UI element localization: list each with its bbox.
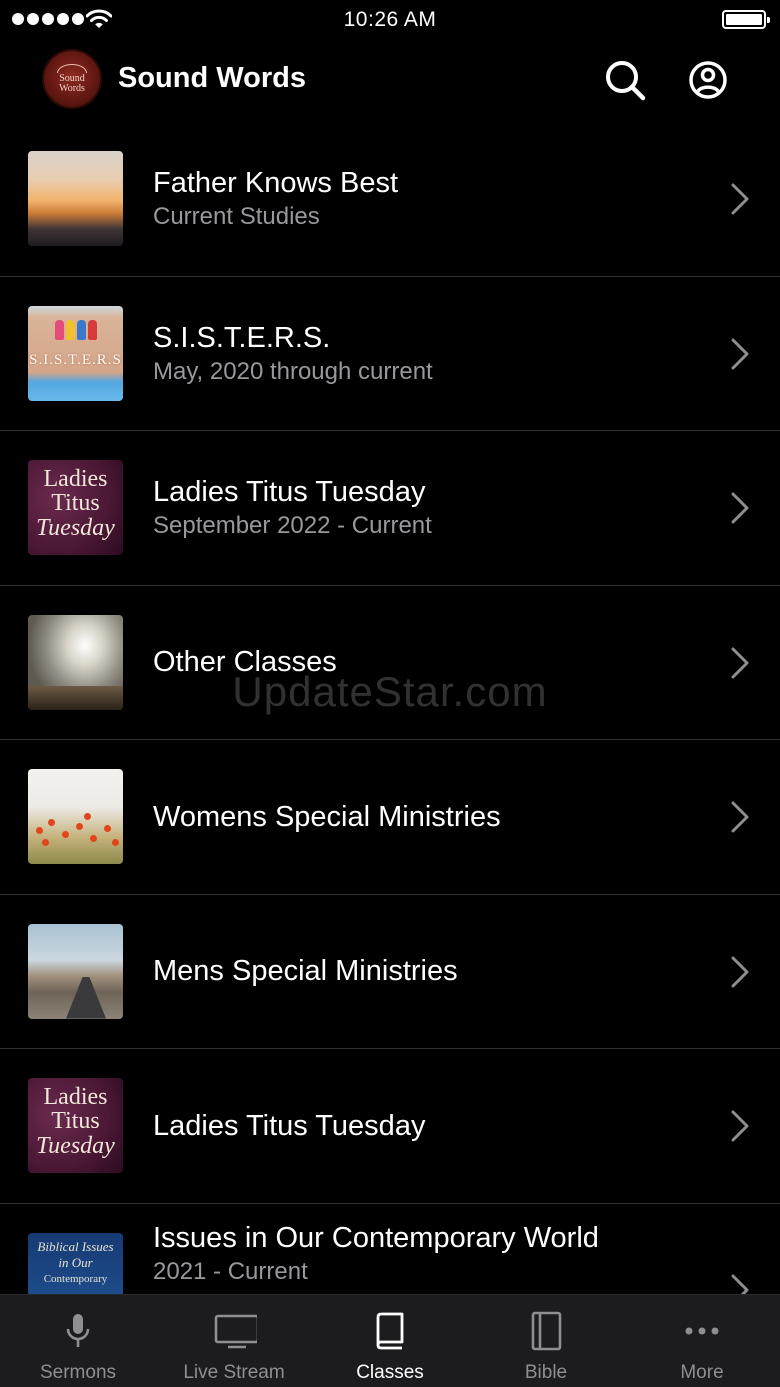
tab-sermons[interactable]: Sermons — [0, 1295, 156, 1387]
thumbnail-text: Biblical Issues — [37, 1238, 114, 1254]
list-item[interactable]: Biblical Issues in Our Contemporary Issu… — [0, 1204, 780, 1294]
tab-label: Live Stream — [183, 1362, 285, 1383]
microphone-icon — [66, 1314, 90, 1347]
class-subtitle: September 2022 - Current — [153, 512, 432, 539]
class-title: Womens Special Ministries — [153, 800, 501, 833]
class-title: Ladies Titus Tuesday — [153, 1109, 426, 1142]
app-title: Sound Words — [118, 62, 306, 94]
battery-icon — [722, 10, 770, 29]
chevron-right-icon — [731, 956, 749, 987]
tab-more[interactable]: More — [624, 1295, 780, 1387]
bible-icon — [531, 1311, 562, 1351]
app-logo[interactable]: Sound Words — [42, 49, 102, 109]
tab-label: Bible — [524, 1362, 568, 1383]
logo-text-line-2: Words — [59, 83, 85, 94]
list-item[interactable]: S.I.S.T.E.R.S S.I.S.T.E.R.S. May, 2020 t… — [0, 277, 780, 431]
class-subtitle: May, 2020 through current — [153, 357, 433, 385]
thumbnail-text: Contemporary — [43, 1272, 108, 1285]
class-thumbnail: Ladies Titus Tuesday — [28, 460, 123, 555]
search-icon[interactable] — [603, 58, 647, 102]
class-title: Father Knows Best — [153, 167, 398, 199]
tab-label: More — [680, 1362, 724, 1383]
ellipsis-icon — [685, 1327, 719, 1335]
monitor-icon — [214, 1314, 257, 1349]
list-item[interactable]: Ladies Titus Tuesday Ladies Titus Tuesda… — [0, 1049, 780, 1204]
thumbnail-text: Ladies — [43, 1084, 108, 1110]
class-subtitle: Current Studies — [153, 203, 320, 230]
class-thumbnail — [28, 769, 123, 864]
class-thumbnail: Biblical Issues in Our Contemporary — [28, 1232, 123, 1294]
class-title: Issues in Our Contemporary World — [153, 1221, 599, 1254]
tab-label: Classes — [356, 1362, 424, 1383]
class-thumbnail: S.I.S.T.E.R.S — [28, 305, 123, 401]
chevron-right-icon — [731, 801, 749, 833]
sisters-figures-icon — [54, 319, 97, 340]
tab-classes[interactable]: Classes — [312, 1295, 468, 1387]
account-icon[interactable] — [686, 58, 730, 102]
class-title: Ladies Titus Tuesday — [153, 476, 426, 508]
status-time: 10:26 AM — [343, 8, 437, 31]
tab-label: Sermons — [39, 1362, 117, 1383]
chevron-right-icon — [731, 338, 749, 369]
class-thumbnail — [28, 614, 123, 710]
tab-bible[interactable]: Bible — [468, 1295, 624, 1387]
thumbnail-text: Tuesday — [36, 515, 115, 541]
thumbnail-text: Titus — [51, 1108, 100, 1134]
tab-bar: Sermons Live Stream Classes Bible More — [0, 1294, 780, 1387]
classes-list[interactable]: Father Knows Best Current Studies S.I.S.… — [0, 122, 780, 1294]
class-title: S.I.S.T.E.R.S. — [153, 321, 331, 354]
class-title: Mens Special Ministries — [153, 955, 458, 987]
app-header: Sound Words Sound Words — [0, 40, 780, 126]
thumbnail-text: Titus — [51, 490, 100, 516]
list-item[interactable]: Other Classes — [0, 586, 780, 740]
class-thumbnail — [28, 923, 123, 1019]
chevron-right-icon — [731, 1110, 749, 1142]
thumbnail-text: Tuesday — [36, 1133, 115, 1159]
status-bar: 10:26 AM — [0, 0, 780, 40]
class-thumbnail — [28, 151, 123, 246]
list-item[interactable]: Womens Special Ministries — [0, 740, 780, 895]
thumbnail-text: Ladies — [43, 466, 108, 492]
thumbnail-text: S.I.S.T.E.R.S — [29, 351, 122, 368]
list-item[interactable]: Mens Special Ministries — [0, 895, 780, 1049]
chevron-right-icon — [731, 492, 749, 524]
app-screen: 10:26 AM Sound Words Sound Words Father … — [0, 0, 780, 1387]
chevron-right-icon — [731, 1274, 749, 1294]
book-icon — [376, 1312, 404, 1350]
list-item[interactable]: Father Knows Best Current Studies — [0, 122, 780, 277]
thumbnail-text: in Our — [58, 1254, 93, 1270]
chevron-right-icon — [731, 647, 749, 678]
class-title: Other Classes — [153, 646, 337, 678]
tab-live-stream[interactable]: Live Stream — [156, 1295, 312, 1387]
class-subtitle: 2021 - Current — [153, 1257, 308, 1285]
chevron-right-icon — [731, 183, 749, 215]
list-item[interactable]: Ladies Titus Tuesday Ladies Titus Tuesda… — [0, 431, 780, 586]
class-thumbnail: Ladies Titus Tuesday — [28, 1078, 123, 1173]
